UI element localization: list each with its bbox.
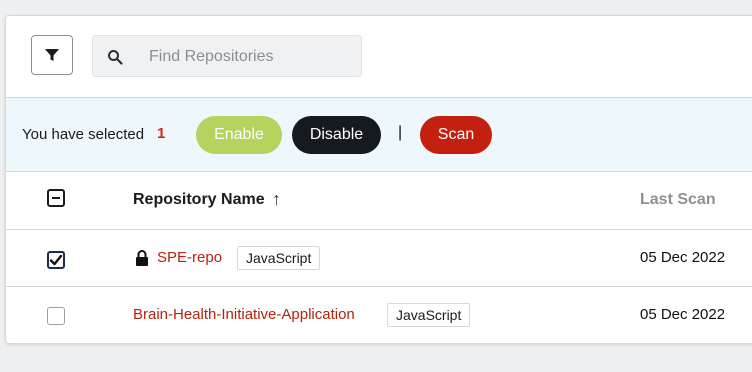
enable-button[interactable]: Enable (196, 116, 282, 154)
column-header-last-scan[interactable]: Last Scan (640, 191, 716, 209)
last-scan-date: 05 Dec 2022 (640, 306, 726, 323)
selection-label: You have selected (22, 126, 145, 143)
lock-icon (136, 250, 148, 266)
selection-count: 1 (157, 125, 166, 142)
repository-link[interactable]: Brain-Health-Initiative-Application (133, 306, 355, 323)
check-icon (49, 254, 63, 266)
table-header: Repository Name ↑ Last Scan (6, 171, 752, 230)
language-tag: JavaScript (237, 246, 321, 270)
disable-button[interactable]: Disable (292, 116, 381, 154)
repositories-panel: You have selected 1 Enable Disable | Sca… (5, 15, 752, 344)
search-box[interactable] (92, 35, 362, 78)
table-row: Brain-Health-Initiative-Application Java… (6, 287, 752, 343)
repository-link[interactable]: SPE-repo (157, 249, 222, 266)
row-checkbox[interactable] (47, 307, 65, 325)
search-input[interactable] (147, 36, 351, 78)
table-row: SPE-repo JavaScript 05 Dec 2022 (6, 230, 752, 287)
last-scan-date: 05 Dec 2022 (640, 249, 726, 266)
search-icon (108, 50, 123, 65)
column-header-repository-name[interactable]: Repository Name (133, 191, 265, 209)
selection-bar: You have selected 1 Enable Disable | Sca… (6, 97, 752, 172)
filter-button[interactable] (31, 35, 73, 75)
scan-button[interactable]: Scan (420, 116, 492, 154)
row-checkbox[interactable] (47, 251, 65, 269)
action-separator: | (398, 124, 403, 141)
filter-icon (45, 49, 59, 61)
sort-ascending-icon[interactable]: ↑ (272, 189, 281, 210)
select-all-checkbox[interactable] (47, 189, 65, 207)
language-tag: JavaScript (387, 303, 471, 327)
